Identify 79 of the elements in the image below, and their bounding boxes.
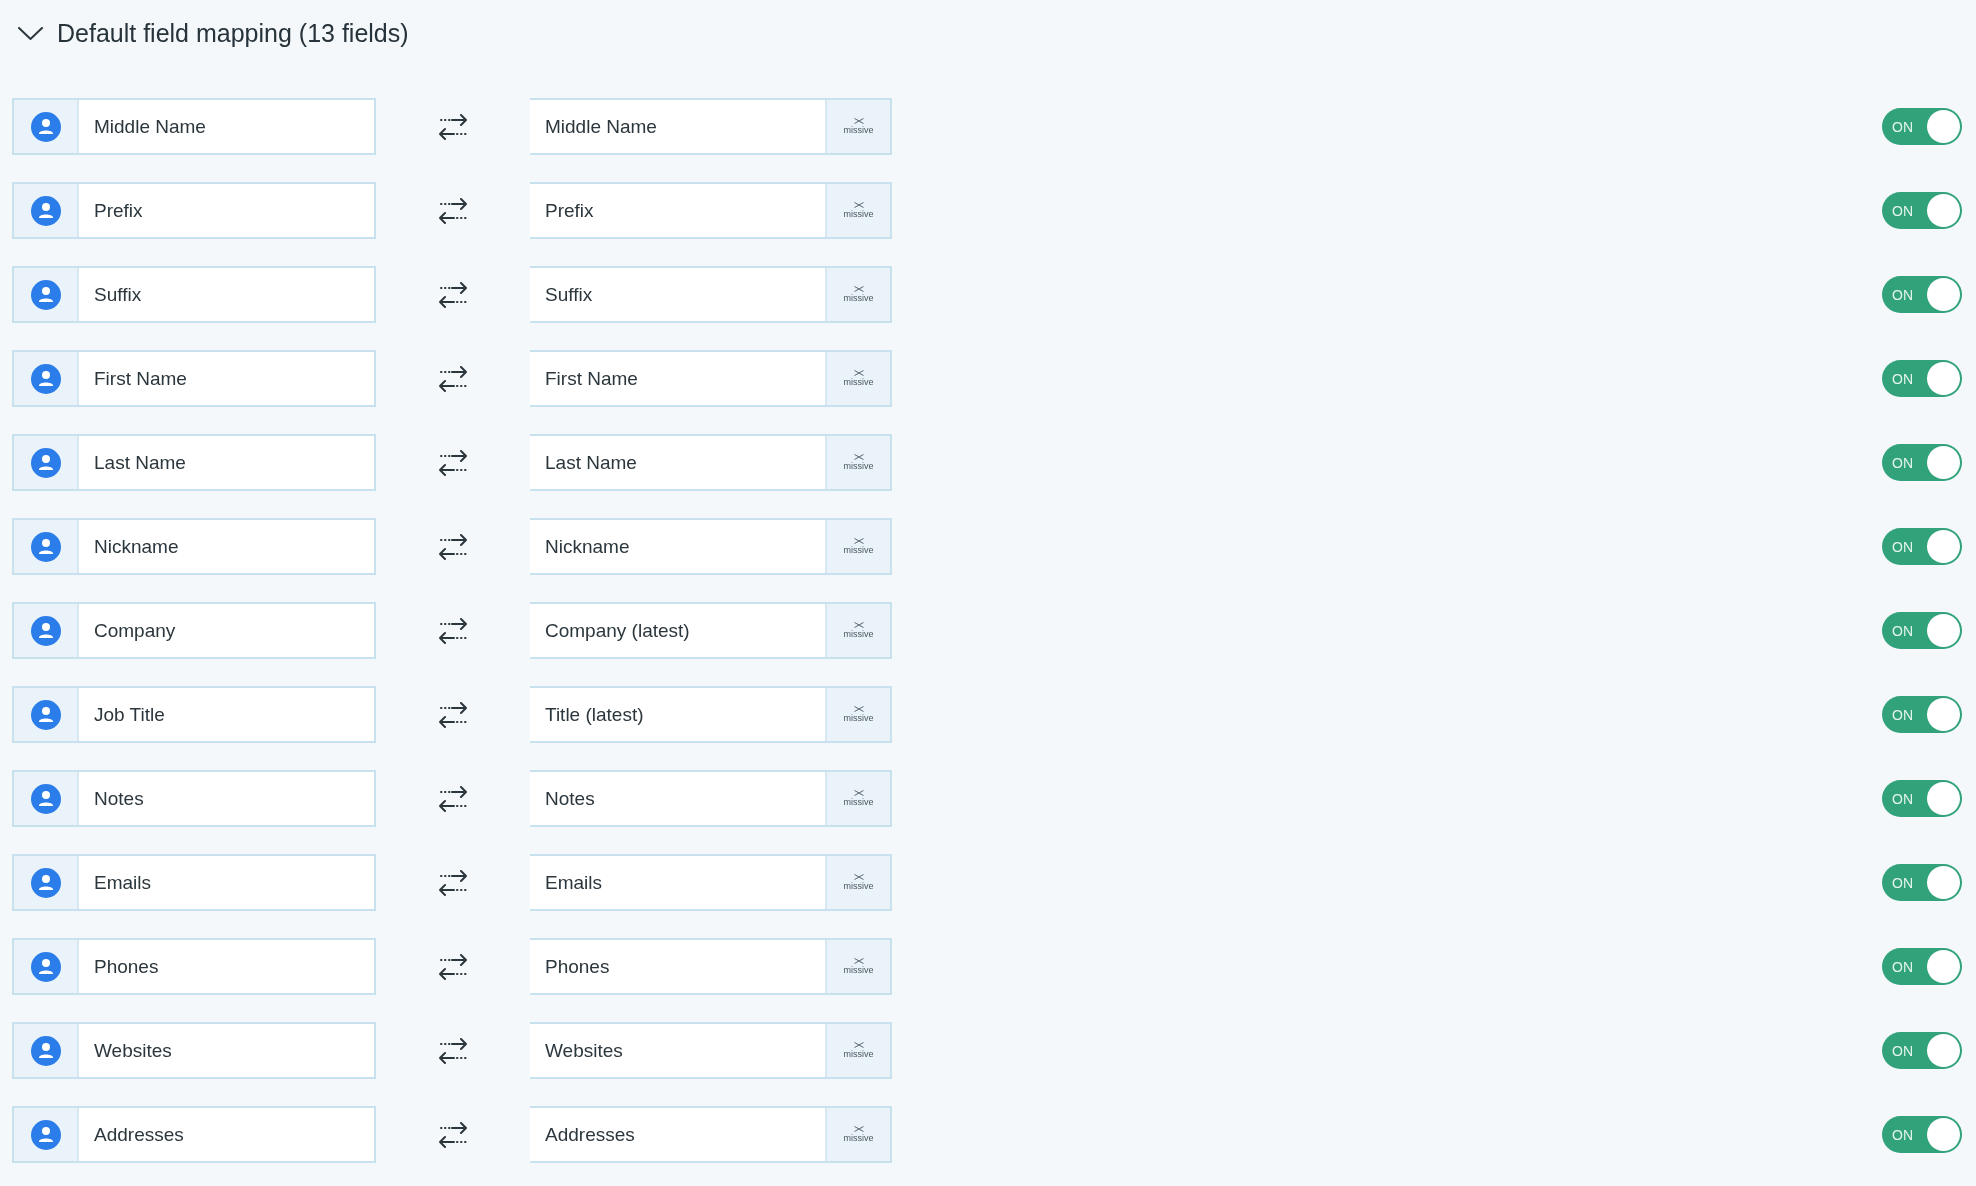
swap-arrows-icon bbox=[439, 1037, 467, 1064]
target-field[interactable]: Middle Name missive bbox=[530, 98, 892, 155]
swap-arrows-icon bbox=[439, 281, 467, 308]
logo-mark-icon bbox=[853, 118, 864, 124]
logo-mark-icon bbox=[853, 790, 864, 796]
person-icon bbox=[30, 363, 61, 394]
swap-arrows-icon bbox=[439, 785, 467, 812]
swap-arrows-icon bbox=[439, 113, 467, 140]
swap-arrows-icon bbox=[439, 701, 467, 728]
source-field[interactable]: Addresses bbox=[12, 1106, 376, 1163]
swap-arrows-icon bbox=[439, 869, 467, 896]
person-icon bbox=[30, 1119, 61, 1150]
app-logo-text: missive bbox=[843, 1049, 874, 1059]
app-logo-text: missive bbox=[843, 125, 874, 135]
source-field[interactable]: Emails bbox=[12, 854, 376, 911]
app-logo-text: missive bbox=[843, 797, 874, 807]
logo-mark-icon bbox=[853, 958, 864, 964]
person-icon bbox=[30, 783, 61, 814]
logo-mark-icon bbox=[853, 202, 864, 208]
person-icon bbox=[30, 447, 61, 478]
target-field[interactable]: Addresses missive bbox=[530, 1106, 892, 1163]
app-logo-text: missive bbox=[843, 209, 874, 219]
target-field[interactable]: Company (latest) missive bbox=[530, 602, 892, 659]
source-field[interactable]: Prefix bbox=[12, 182, 376, 239]
target-field[interactable]: Emails missive bbox=[530, 854, 892, 911]
person-icon bbox=[30, 951, 61, 982]
swap-arrows-icon bbox=[439, 197, 467, 224]
person-icon bbox=[30, 699, 61, 730]
swap-arrows-icon bbox=[439, 365, 467, 392]
logo-mark-icon bbox=[853, 874, 864, 880]
logo-mark-icon bbox=[853, 1126, 864, 1132]
swap-arrows-icon bbox=[439, 953, 467, 980]
swap-arrows-icon bbox=[439, 533, 467, 560]
source-field[interactable]: Websites bbox=[12, 1022, 376, 1079]
person-icon bbox=[30, 867, 61, 898]
target-field[interactable]: Phones missive bbox=[530, 938, 892, 995]
person-icon bbox=[30, 615, 61, 646]
target-field[interactable]: Title (latest) missive bbox=[530, 686, 892, 743]
logo-mark-icon bbox=[853, 286, 864, 292]
logo-mark-icon bbox=[853, 454, 864, 460]
person-icon bbox=[30, 1035, 61, 1066]
logo-mark-icon bbox=[853, 1042, 864, 1048]
target-field[interactable]: First Name missive bbox=[530, 350, 892, 407]
app-logo-text: missive bbox=[843, 545, 874, 555]
target-field[interactable]: Notes missive bbox=[530, 770, 892, 827]
target-field[interactable]: Websites missive bbox=[530, 1022, 892, 1079]
source-field[interactable]: Phones bbox=[12, 938, 376, 995]
app-logo-text: missive bbox=[843, 461, 874, 471]
app-logo-text: missive bbox=[843, 713, 874, 723]
target-field[interactable]: Last Name missive bbox=[530, 434, 892, 491]
source-field[interactable]: Last Name bbox=[12, 434, 376, 491]
section-header[interactable]: Default field mapping (13 fields) bbox=[12, 14, 415, 52]
source-field[interactable]: First Name bbox=[12, 350, 376, 407]
app-logo-text: missive bbox=[843, 629, 874, 639]
swap-arrows-icon bbox=[439, 1121, 467, 1148]
target-field[interactable]: Suffix missive bbox=[530, 266, 892, 323]
app-logo-text: missive bbox=[843, 965, 874, 975]
source-field[interactable]: Suffix bbox=[12, 266, 376, 323]
app-logo-text: missive bbox=[843, 293, 874, 303]
swap-arrows-icon bbox=[439, 617, 467, 644]
logo-mark-icon bbox=[853, 622, 864, 628]
source-field[interactable]: Company bbox=[12, 602, 376, 659]
target-field[interactable]: Nickname missive bbox=[530, 518, 892, 575]
swap-arrows-icon bbox=[439, 449, 467, 476]
person-icon bbox=[30, 195, 61, 226]
source-field[interactable]: Job Title bbox=[12, 686, 376, 743]
person-icon bbox=[30, 111, 61, 142]
app-logo-text: missive bbox=[843, 1133, 874, 1143]
target-field[interactable]: Prefix missive bbox=[530, 182, 892, 239]
app-logo-text: missive bbox=[843, 881, 874, 891]
logo-mark-icon bbox=[853, 370, 864, 376]
app-logo-text: missive bbox=[843, 377, 874, 387]
person-icon bbox=[30, 531, 61, 562]
logo-mark-icon bbox=[853, 538, 864, 544]
source-field[interactable]: Nickname bbox=[12, 518, 376, 575]
source-field[interactable]: Middle Name bbox=[12, 98, 376, 155]
source-field[interactable]: Notes bbox=[12, 770, 376, 827]
logo-mark-icon bbox=[853, 706, 864, 712]
person-icon bbox=[30, 279, 61, 310]
